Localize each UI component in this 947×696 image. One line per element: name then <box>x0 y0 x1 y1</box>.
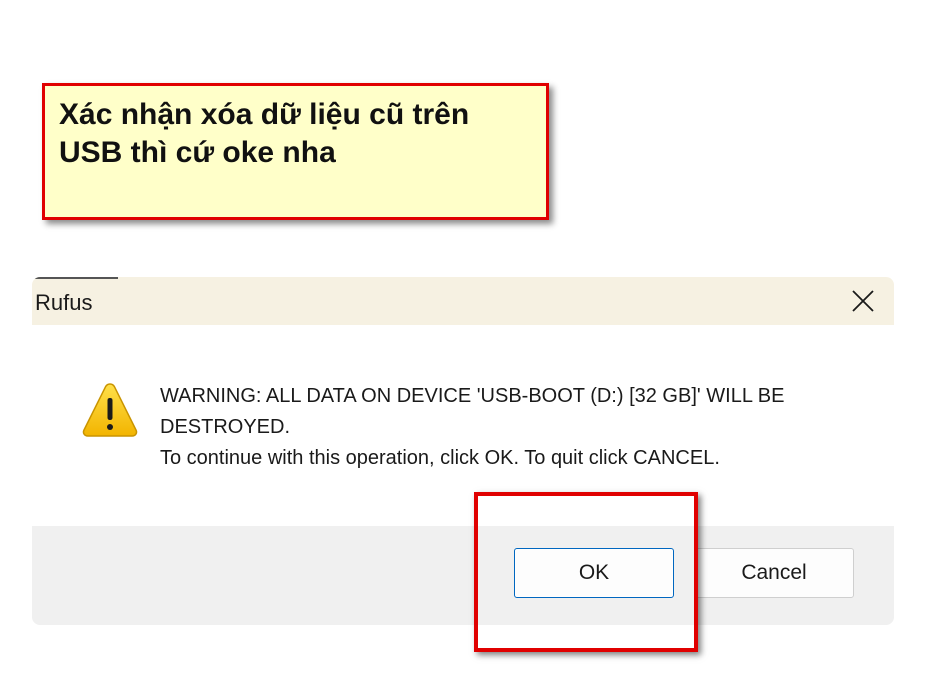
message-line: To continue with this operation, click O… <box>160 447 720 469</box>
cancel-button[interactable]: Cancel <box>694 548 854 598</box>
close-icon <box>851 289 875 313</box>
close-button[interactable] <box>832 277 894 325</box>
dialog-titlebar: Rufus <box>32 277 894 325</box>
message-line: DESTROYED. <box>160 416 291 438</box>
rufus-dialog: Rufus WARNING: ALL DATA ON DEVICE 'USB-B… <box>32 277 894 625</box>
annotation-text: Xác nhận xóa dữ liệu cũ trên USB thì cứ … <box>59 98 470 169</box>
warning-icon <box>81 381 139 439</box>
titlebar-accent <box>32 277 118 279</box>
dialog-button-bar: OK Cancel <box>32 526 894 625</box>
message-line: WARNING: ALL DATA ON DEVICE 'USB-BOOT (D… <box>160 385 785 407</box>
dialog-title: Rufus <box>35 290 93 315</box>
screenshot-page: Xác nhận xóa dữ liệu cũ trên USB thì cứ … <box>0 0 947 696</box>
ok-button[interactable]: OK <box>514 548 674 598</box>
warning-message: WARNING: ALL DATA ON DEVICE 'USB-BOOT (D… <box>160 381 850 474</box>
annotation-callout: Xác nhận xóa dữ liệu cũ trên USB thì cứ … <box>42 83 549 220</box>
